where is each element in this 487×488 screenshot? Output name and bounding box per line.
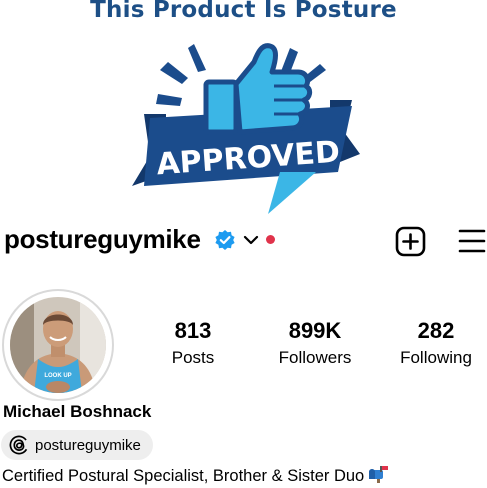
account-switcher-chevron-icon[interactable] [243, 233, 259, 247]
posts-count: 813 [174, 318, 212, 343]
create-post-button[interactable] [395, 226, 426, 257]
avatar-shirt-text: LOOK UP [44, 373, 71, 379]
following-count: 282 [417, 318, 455, 343]
posts-label: Posts [171, 348, 215, 367]
following-label: Following [400, 348, 472, 367]
verified-badge-icon [215, 230, 235, 250]
profile-display-name: Michael Boshnack [3, 402, 152, 421]
bio-text: Certified Postural Specialist, Brother &… [2, 467, 365, 485]
menu-hamburger-icon[interactable] [458, 228, 486, 254]
avatar[interactable]: LOOK UP [10, 297, 106, 393]
stat-followers[interactable]: 899K Followers [265, 318, 365, 368]
banner-title: This Product Is Posture [90, 0, 397, 23]
threads-icon [9, 435, 29, 455]
threads-link-button[interactable]: postureguymike [1, 430, 153, 460]
threads-handle: postureguymike [35, 436, 141, 454]
profile-username[interactable]: postureguymike [4, 224, 201, 255]
notification-dot [266, 235, 275, 244]
mailbox-icon [369, 466, 389, 483]
approved-thumbs-up-graphic: APPROVED [132, 43, 360, 214]
stat-posts[interactable]: 813 Posts [153, 318, 233, 368]
avatar-ring[interactable]: LOOK UP [2, 289, 114, 401]
stat-following[interactable]: 282 Following [388, 318, 484, 368]
profile-bio: Certified Postural Specialist, Brother &… [2, 465, 389, 486]
followers-count: 899K [288, 318, 342, 343]
followers-label: Followers [278, 348, 352, 367]
